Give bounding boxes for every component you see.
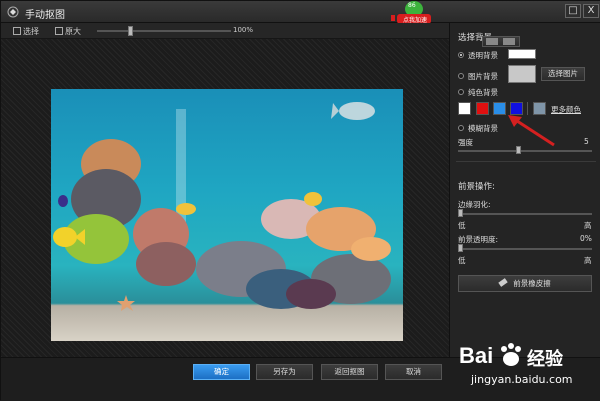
speedup-badge[interactable]: 86 点我加速 — [391, 1, 437, 25]
speedup-number: 86 — [408, 2, 416, 9]
eraser-icon — [498, 278, 508, 287]
foreground-ops-heading: 前景操作: — [458, 182, 495, 192]
choose-picture-button[interactable]: 选择图片 — [541, 67, 585, 81]
foreground-opacity-slider[interactable] — [460, 248, 592, 250]
original-size-label: 原大 — [65, 27, 81, 36]
move-icon — [13, 27, 21, 35]
save-as-button[interactable]: 另存为 — [256, 364, 313, 380]
aquarium-photo[interactable] — [51, 89, 403, 341]
transparent-bg-radio[interactable] — [458, 52, 464, 58]
background-mode-toggle[interactable] — [482, 36, 520, 47]
original-size-tool[interactable]: 原大 — [55, 26, 81, 37]
transparent-bg-label: 透明背景 — [468, 51, 498, 60]
editing-canvas[interactable] — [1, 39, 449, 357]
select-tool[interactable]: 选择 — [13, 26, 39, 37]
foreground-opacity-label: 前景透明度: — [458, 235, 499, 244]
strength-label: 强度 — [458, 138, 473, 147]
select-tool-label: 选择 — [23, 27, 39, 36]
blur-bg-radio[interactable] — [458, 125, 464, 131]
section-divider — [456, 161, 596, 162]
view-toggle-icon — [486, 38, 515, 45]
return-cutout-button[interactable]: 返回抠图 — [321, 364, 378, 380]
picture-bg-preview — [508, 65, 536, 83]
fit-icon — [55, 27, 63, 35]
foreground-eraser-button[interactable]: 前景橡皮擦 — [458, 275, 592, 292]
strength-value: 5 — [584, 137, 589, 146]
zoom-percent: 100% — [233, 26, 254, 34]
edge-feather-slider[interactable] — [460, 213, 592, 215]
swatch-red[interactable] — [476, 102, 489, 115]
swatch-white[interactable] — [458, 102, 471, 115]
zoom-slider-thumb[interactable] — [128, 26, 133, 36]
foreground-eraser-label: 前景橡皮擦 — [513, 279, 551, 288]
background-panel: 选择背景 透明背景 图片背景 选择图片 纯色背景 更多颜色 模糊背景 强度 5 — [449, 23, 600, 357]
solid-bg-label: 纯色背景 — [468, 88, 498, 97]
solid-bg-radio[interactable] — [458, 89, 464, 95]
foreground-opacity-low: 低 — [458, 256, 466, 265]
picture-bg-label: 图片背景 — [468, 72, 498, 81]
watermark-url: jingyan.baidu.com — [471, 373, 573, 386]
edge-feather-low: 低 — [458, 221, 466, 230]
edge-feather-high: 高 — [584, 221, 592, 230]
window-title: 手动抠图 — [25, 10, 65, 21]
ok-button[interactable]: 确定 — [193, 364, 250, 380]
foreground-opacity-high: 高 — [584, 256, 592, 265]
close-button[interactable]: X — [583, 4, 599, 18]
title-bar: 手动抠图 86 点我加速 □ X — [1, 1, 600, 25]
foreground-opacity-thumb[interactable] — [458, 244, 463, 252]
zoom-slider[interactable] — [97, 30, 231, 32]
cancel-button[interactable]: 取消 — [385, 364, 442, 380]
blur-bg-label: 模糊背景 — [468, 124, 498, 133]
picture-bg-radio[interactable] — [458, 73, 464, 79]
watermark-brand: Bai — [459, 343, 494, 368]
app-logo-icon — [7, 6, 19, 18]
transparent-bg-preview — [508, 49, 536, 59]
watermark-brand-suffix: 经验 — [527, 349, 563, 370]
cutout-window: 手动抠图 86 点我加速 □ X 选择 原大 100% 选择背景 透明背景 图片… — [0, 0, 600, 401]
minimize-button[interactable]: □ — [565, 4, 581, 18]
aquarium-image — [53, 102, 391, 311]
annotation-arrow-icon — [508, 115, 555, 147]
edge-feather-thumb[interactable] — [458, 209, 463, 217]
paw-icon — [501, 343, 521, 366]
foreground-opacity-value: 0% — [580, 234, 592, 243]
